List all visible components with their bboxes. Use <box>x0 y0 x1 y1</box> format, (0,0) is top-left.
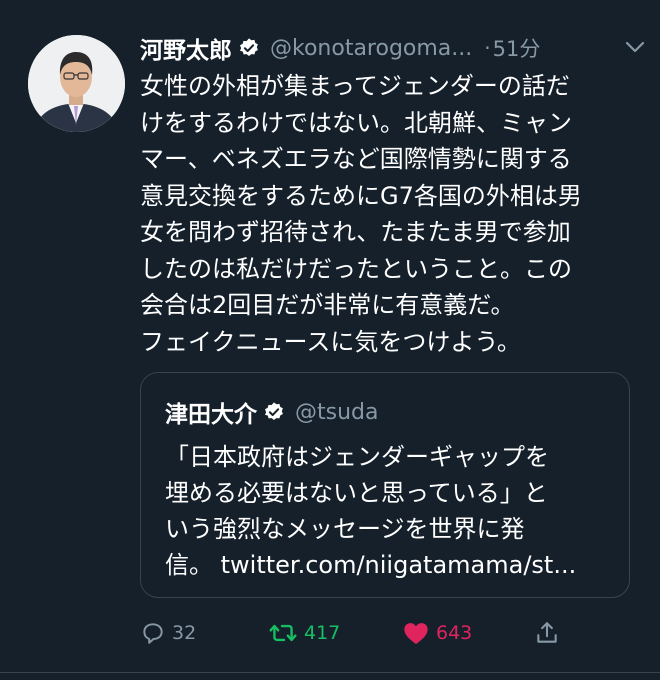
verified-badge-icon <box>240 38 258 56</box>
quoted-author-handle: @tsuda <box>295 399 379 425</box>
share-icon <box>537 622 557 643</box>
like-button[interactable]: 643 <box>402 620 472 646</box>
tweet-header: 河野太郎 @konotarogoma... · 51分 <box>140 30 645 66</box>
tweet-timestamp[interactable]: 51分 <box>493 33 541 63</box>
like-count: 643 <box>436 622 473 644</box>
tweet-actions: 32 417 643 <box>140 620 660 654</box>
author-name[interactable]: 河野太郎 <box>140 31 232 65</box>
reply-button[interactable]: 32 <box>140 620 196 646</box>
share-button[interactable] <box>534 620 560 646</box>
chevron-down-icon[interactable] <box>625 40 645 54</box>
divider <box>0 672 660 673</box>
avatar-photo <box>28 35 125 132</box>
tweet-text: 女性の外相が集まってジェンダーの話だ けをするわけではない。北朝鮮、ミャン マー… <box>140 72 582 356</box>
separator-dot: · <box>484 36 491 60</box>
retweet-count: 417 <box>304 622 341 644</box>
author-avatar[interactable] <box>28 35 125 132</box>
verified-badge-icon <box>265 402 283 420</box>
quoted-author-name: 津田大介 <box>165 402 257 428</box>
quoted-tweet-header: 津田大介 @tsuda <box>165 395 378 429</box>
author-handle[interactable]: @konotarogoma... <box>270 36 472 61</box>
reply-icon <box>143 623 163 644</box>
retweet-icon <box>269 624 297 642</box>
retweet-button[interactable]: 417 <box>268 620 340 646</box>
heart-icon <box>404 623 428 645</box>
quoted-tweet-text: 「日本政府はジェンダーギャップを 埋める必要はないと思っている」と いう強烈なメ… <box>165 443 577 579</box>
quoted-tweet-card[interactable]: 津田大介 @tsuda 「日本政府はジェンダーギャップを 埋める必要はないと思っ… <box>140 372 630 598</box>
reply-count: 32 <box>172 622 197 644</box>
